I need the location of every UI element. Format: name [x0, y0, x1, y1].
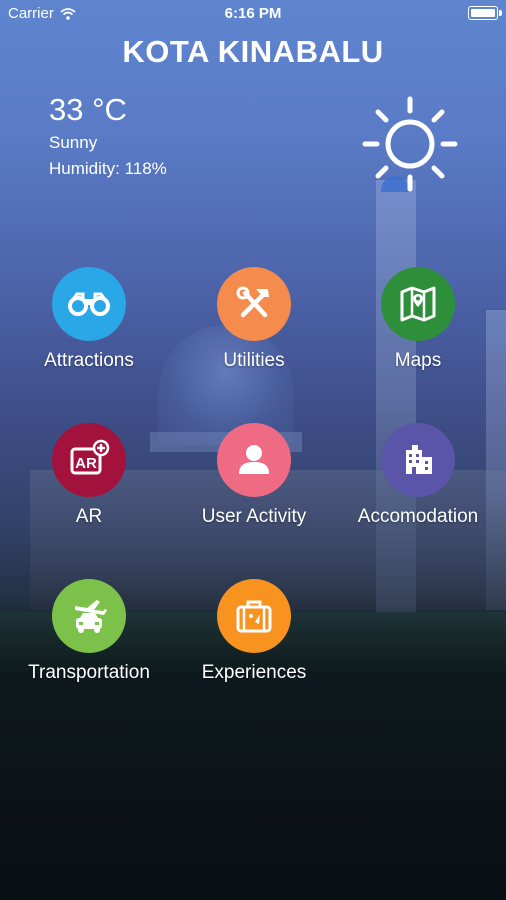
menu-item-label: Transportation — [28, 662, 150, 683]
user-icon — [217, 423, 291, 497]
ar-icon: AR — [52, 423, 126, 497]
menu-item-label: Maps — [394, 350, 442, 371]
tools-icon — [217, 267, 291, 341]
menu-item-utilities[interactable]: Utilities — [174, 267, 334, 372]
menu-grid: Attractions Utilities Maps AR AR User Ac… — [0, 0, 506, 900]
svg-text:AR: AR — [75, 455, 97, 472]
menu-item-transportation[interactable]: Transportation — [9, 579, 169, 684]
suitcase-icon — [217, 579, 291, 653]
menu-item-label: AR — [75, 506, 103, 527]
map-icon — [381, 267, 455, 341]
menu-item-accomodation[interactable]: Accomodation — [338, 423, 498, 528]
menu-item-maps[interactable]: Maps — [338, 267, 498, 372]
menu-item-label: Attractions — [44, 350, 134, 371]
menu-item-ar[interactable]: AR AR — [9, 423, 169, 528]
menu-item-attractions[interactable]: Attractions — [9, 267, 169, 372]
menu-item-label: Experiences — [201, 662, 307, 683]
menu-item-experiences[interactable]: Experiences — [174, 579, 334, 684]
menu-item-label: User Activity — [201, 506, 307, 527]
menu-item-label: Utilities — [223, 350, 285, 371]
binoculars-icon — [52, 267, 126, 341]
menu-item-label: Accomodation — [357, 506, 479, 527]
building-icon — [381, 423, 455, 497]
menu-item-user-activity[interactable]: User Activity — [174, 423, 334, 528]
transport-icon — [52, 579, 126, 653]
